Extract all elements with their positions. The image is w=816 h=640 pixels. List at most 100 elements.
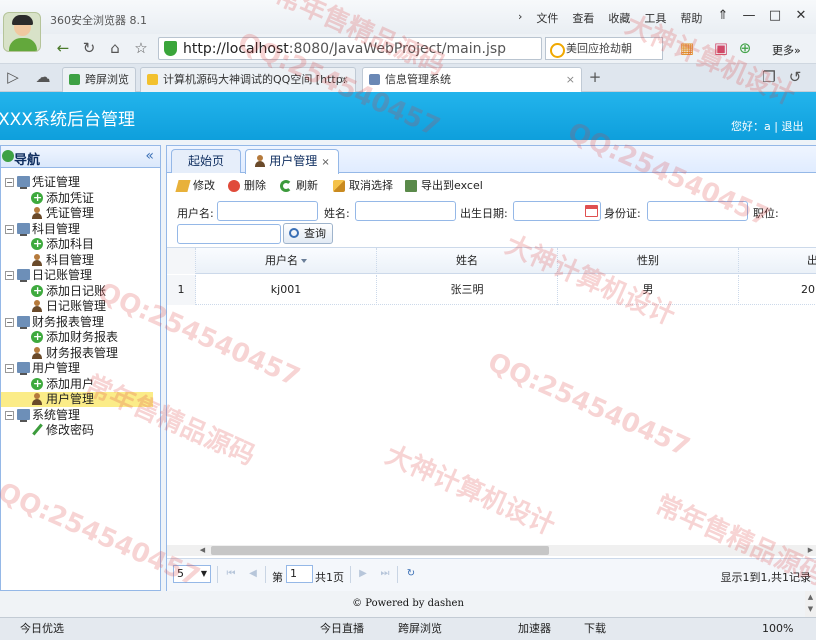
- collapse-icon[interactable]: «: [145, 148, 154, 164]
- sidebar-item[interactable]: 财务报表管理: [1, 346, 153, 361]
- address-bar[interactable]: http://localhost:8080/JavaWebProject/mai…: [158, 37, 542, 60]
- undo-close-icon[interactable]: ↺: [784, 66, 806, 88]
- id-card-input[interactable]: [647, 201, 748, 221]
- collapse-toggle-icon[interactable]: −: [5, 317, 14, 327]
- sidebar-item[interactable]: 添加用户: [1, 376, 153, 392]
- collapse-toggle-icon[interactable]: −: [5, 364, 14, 373]
- query-button[interactable]: 查询: [283, 223, 333, 244]
- sidebar-item-label: 科目管理: [46, 252, 95, 267]
- browser-menu-help[interactable]: 帮助: [680, 10, 702, 26]
- status-today-picks[interactable]: 今日优选: [20, 618, 64, 640]
- calendar-icon[interactable]: [585, 205, 598, 217]
- browser-menu-tools[interactable]: 工具: [644, 10, 666, 26]
- sidebar-group[interactable]: − 系统管理: [1, 408, 153, 423]
- export-excel-button[interactable]: 导出到excel: [405, 179, 483, 193]
- back-arrow-icon[interactable]: ←: [52, 37, 74, 59]
- sidebar-item[interactable]: 日记账管理: [1, 299, 153, 314]
- page-size-select[interactable]: 5: [173, 565, 211, 583]
- scroll-thumb[interactable]: [211, 546, 549, 555]
- status-accelerator[interactable]: 加速器: [518, 618, 551, 640]
- status-download[interactable]: 下载: [584, 618, 606, 640]
- horizontal-scrollbar[interactable]: ◀ ▶: [167, 545, 816, 556]
- scroll-right-icon[interactable]: ▶: [805, 545, 816, 556]
- position-label: 职位:: [753, 207, 779, 220]
- column-header-name[interactable]: 姓名: [377, 248, 558, 274]
- browser-menu-favorites[interactable]: 收藏: [608, 10, 630, 26]
- more-link[interactable]: 更多»: [772, 42, 801, 58]
- column-header-gender[interactable]: 性别: [558, 248, 739, 274]
- sidebar-group[interactable]: − 日记账管理: [1, 268, 153, 283]
- sidebar-item-label: 添加用户: [46, 376, 95, 391]
- home-icon[interactable]: ⌂: [104, 37, 126, 59]
- refresh-button[interactable]: 刷新: [280, 179, 318, 193]
- cloud-icon[interactable]: ☁: [32, 66, 54, 88]
- close-window-icon[interactable]: ✕: [788, 6, 814, 26]
- tab-close-icon[interactable]: ×: [321, 157, 329, 168]
- sidebar-group[interactable]: − 凭证管理: [1, 175, 153, 190]
- collapse-toggle-icon[interactable]: −: [5, 224, 14, 234]
- sidebar-item[interactable]: 凭证管理: [1, 206, 153, 221]
- page-number-input[interactable]: 1: [286, 565, 313, 583]
- last-page-icon[interactable]: ⏭: [379, 568, 391, 580]
- restore-tabs-icon[interactable]: ❐: [758, 66, 780, 88]
- monitor-folder-icon: [17, 408, 30, 422]
- browser-tab-qq[interactable]: 计算机源码大神调试的QQ空间 [http: ×: [140, 67, 356, 92]
- sidebar-item[interactable]: 用户管理: [1, 392, 153, 407]
- browser-menu-file[interactable]: 文件: [536, 10, 558, 26]
- sidebar-item[interactable]: 修改密码: [1, 423, 153, 438]
- column-header-birth[interactable]: 出: [739, 248, 816, 274]
- tab-start-page[interactable]: 起始页: [171, 149, 241, 173]
- sidebar-group[interactable]: − 用户管理: [1, 361, 153, 376]
- sidebar-group[interactable]: − 财务报表管理: [1, 315, 153, 330]
- avatar[interactable]: [3, 12, 41, 52]
- next-page-icon[interactable]: ▶: [357, 568, 369, 580]
- pager-refresh-icon[interactable]: ↻: [405, 568, 417, 580]
- sidebar-item[interactable]: 添加科目: [1, 236, 153, 252]
- sidebar-item[interactable]: 添加凭证: [1, 190, 153, 206]
- user-greeting[interactable]: 您好：a | 退出: [731, 118, 803, 134]
- collapse-toggle-icon[interactable]: −: [5, 271, 14, 280]
- edit-button[interactable]: 修改: [175, 179, 215, 193]
- unselect-button[interactable]: 取消选择: [333, 179, 393, 193]
- status-live[interactable]: 今日直播: [320, 618, 364, 640]
- username-input[interactable]: [217, 201, 318, 221]
- reload-icon[interactable]: ↻: [78, 37, 100, 59]
- star-icon[interactable]: ☆: [130, 37, 152, 59]
- status-cross-screen[interactable]: 跨屏浏览: [398, 618, 442, 640]
- sidebar-item[interactable]: 科目管理: [1, 253, 153, 268]
- scroll-left-icon[interactable]: ◀: [197, 545, 208, 556]
- pager-divider: [397, 566, 398, 583]
- sidebar-item[interactable]: 添加财务报表: [1, 329, 153, 345]
- sidebar-group[interactable]: − 科目管理: [1, 222, 153, 237]
- new-tab-button[interactable]: +: [584, 66, 606, 88]
- first-page-icon[interactable]: ⏮: [225, 568, 237, 580]
- mail-icon[interactable]: ▣: [710, 37, 732, 59]
- browser-menu-back-icon[interactable]: ›: [518, 10, 522, 26]
- page-scrollbar[interactable]: ▲ ▼: [805, 591, 816, 617]
- column-header-username[interactable]: 用户名: [196, 248, 377, 274]
- tab-close-icon[interactable]: ×: [340, 68, 349, 91]
- minimize-icon[interactable]: —: [736, 6, 762, 26]
- sidebar-item[interactable]: 添加日记账: [1, 283, 153, 299]
- delete-button[interactable]: 删除: [228, 179, 266, 193]
- browser-tab-kuaping[interactable]: 跨屏浏览: [62, 67, 136, 92]
- prev-page-icon[interactable]: ◀: [247, 568, 259, 580]
- table-row[interactable]: 1 kj001 张三明 男 201: [167, 275, 816, 305]
- browser-tab-system[interactable]: 信息管理系统 ×: [362, 67, 582, 92]
- collapse-toggle-icon[interactable]: −: [5, 410, 14, 420]
- browser-search-box[interactable]: 美回应抢劫朝: [545, 37, 663, 60]
- browser-menu-view[interactable]: 查看: [572, 10, 594, 26]
- name-input[interactable]: [355, 201, 456, 221]
- pin-icon[interactable]: ⇑: [710, 6, 736, 26]
- sidebar-toggle-icon[interactable]: ▷: [2, 66, 24, 88]
- collapse-toggle-icon[interactable]: −: [5, 178, 14, 187]
- shield-guard-icon[interactable]: ⊕: [734, 37, 756, 59]
- maximize-icon[interactable]: □: [762, 6, 788, 26]
- search-icon: [289, 228, 299, 238]
- position-input[interactable]: [177, 224, 281, 244]
- tab-close-icon[interactable]: ×: [566, 68, 575, 91]
- tab-user-management[interactable]: 用户管理 ×: [245, 149, 339, 174]
- apps-icon[interactable]: ▦: [676, 37, 698, 59]
- sidebar-item-label: 日记账管理: [46, 299, 107, 313]
- status-zoom[interactable]: 100%: [762, 618, 793, 640]
